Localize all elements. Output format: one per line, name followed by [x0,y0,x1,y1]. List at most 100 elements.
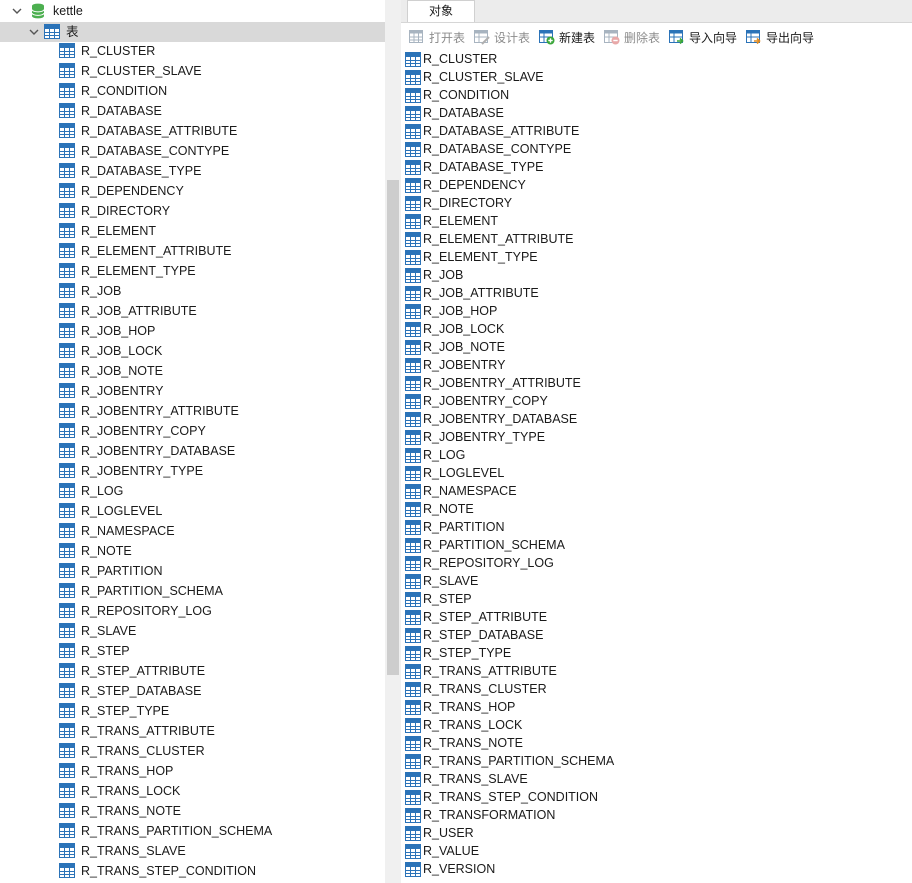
tree-item-table[interactable]: R_JOBENTRY_TYPE [0,461,385,481]
object-list-item[interactable]: R_DATABASE_TYPE [401,158,912,176]
object-list-item[interactable]: R_TRANS_PARTITION_SCHEMA [401,752,912,770]
tree-item-table[interactable]: R_ELEMENT [0,221,385,241]
object-list-item[interactable]: R_JOB_ATTRIBUTE [401,284,912,302]
tree-item-table[interactable]: R_DATABASE_TYPE [0,161,385,181]
object-list-item[interactable]: R_NOTE [401,500,912,518]
object-list-item[interactable]: R_VERSION [401,860,912,878]
object-list-item[interactable]: R_PARTITION [401,518,912,536]
import-wizard-label: 导入向导 [689,31,738,45]
object-list-item[interactable]: R_CLUSTER_SLAVE [401,68,912,86]
tree-node-tables-folder[interactable]: 表 [0,22,385,42]
table-icon [59,543,75,558]
object-name: R_JOBENTRY_ATTRIBUTE [423,376,581,390]
table-icon [59,463,75,478]
tree-item-table[interactable]: R_CONDITION [0,81,385,101]
tree-item-table[interactable]: R_STEP_DATABASE [0,681,385,701]
object-list-item[interactable]: R_STEP_ATTRIBUTE [401,608,912,626]
object-list-item[interactable]: R_VALUE [401,842,912,860]
tree-item-table[interactable]: R_DEPENDENCY [0,181,385,201]
tree-item-table[interactable]: R_REPOSITORY_LOG [0,601,385,621]
tree-item-table[interactable]: R_LOGLEVEL [0,501,385,521]
object-list-item[interactable]: R_TRANS_ATTRIBUTE [401,662,912,680]
tree-item-table[interactable]: R_TRANS_LOCK [0,781,385,801]
object-list-item[interactable]: R_DATABASE_CONTYPE [401,140,912,158]
object-list-item[interactable]: R_JOB_LOCK [401,320,912,338]
object-list-item[interactable]: R_LOG [401,446,912,464]
object-list-item[interactable]: R_STEP [401,590,912,608]
tree-item-table[interactable]: R_TRANS_HOP [0,761,385,781]
tree-item-table[interactable]: R_STEP_ATTRIBUTE [0,661,385,681]
tree-item-table[interactable]: R_DATABASE_ATTRIBUTE [0,121,385,141]
navigator-scrollbar[interactable] [385,0,401,883]
object-list-item[interactable]: R_CLUSTER [401,50,912,68]
tree-item-table[interactable]: R_PARTITION [0,561,385,581]
object-list-item[interactable]: R_TRANS_NOTE [401,734,912,752]
tree-item-table[interactable]: R_SLAVE [0,621,385,641]
tree-item-table[interactable]: R_JOBENTRY_COPY [0,421,385,441]
tree-item-table[interactable]: R_CLUSTER [0,41,385,61]
object-list-item[interactable]: R_DATABASE [401,104,912,122]
object-list-item[interactable]: R_PARTITION_SCHEMA [401,536,912,554]
object-list-item[interactable]: R_ELEMENT [401,212,912,230]
object-list-item[interactable]: R_JOBENTRY_ATTRIBUTE [401,374,912,392]
tree-item-table[interactable]: R_ELEMENT_ATTRIBUTE [0,241,385,261]
tree-item-table[interactable]: R_LOG [0,481,385,501]
object-list-item[interactable]: R_JOB_HOP [401,302,912,320]
object-list-item[interactable]: R_REPOSITORY_LOG [401,554,912,572]
tree-item-table[interactable]: R_TRANS_PARTITION_SCHEMA [0,821,385,841]
object-list-item[interactable]: R_TRANS_HOP [401,698,912,716]
tree-item-table[interactable]: R_TRANS_ATTRIBUTE [0,721,385,741]
tab-objects[interactable]: 对象 [407,0,475,22]
tree-item-table[interactable]: R_DATABASE_CONTYPE [0,141,385,161]
chevron-down-icon[interactable] [12,6,22,16]
object-list-item[interactable]: R_DEPENDENCY [401,176,912,194]
chevron-down-icon[interactable] [29,27,39,37]
tree-item-table[interactable]: R_JOB_LOCK [0,341,385,361]
object-list-item[interactable]: R_JOBENTRY_DATABASE [401,410,912,428]
object-list-item[interactable]: R_TRANS_CLUSTER [401,680,912,698]
tree-item-table[interactable]: R_TRANS_STEP_CONDITION [0,861,385,881]
object-list-item[interactable]: R_NAMESPACE [401,482,912,500]
object-list-item[interactable]: R_ELEMENT_ATTRIBUTE [401,230,912,248]
object-list-item[interactable]: R_JOB [401,266,912,284]
object-list-item[interactable]: R_JOBENTRY_COPY [401,392,912,410]
object-list-item[interactable]: R_JOBENTRY_TYPE [401,428,912,446]
object-list-item[interactable]: R_STEP_TYPE [401,644,912,662]
tree-item-table[interactable]: R_STEP [0,641,385,661]
object-list-item[interactable]: R_TRANS_SLAVE [401,770,912,788]
tree-item-table[interactable]: R_STEP_TYPE [0,701,385,721]
tree-item-table[interactable]: R_JOB_NOTE [0,361,385,381]
tree-item-table[interactable]: R_PARTITION_SCHEMA [0,581,385,601]
object-list-item[interactable]: R_DATABASE_ATTRIBUTE [401,122,912,140]
object-list-item[interactable]: R_TRANS_LOCK [401,716,912,734]
tree-item-table[interactable]: R_JOB_HOP [0,321,385,341]
tree-item-table[interactable]: R_JOBENTRY_DATABASE [0,441,385,461]
scrollbar-thumb[interactable] [387,180,399,675]
tree-item-table[interactable]: R_NOTE [0,541,385,561]
object-list-item[interactable]: R_CONDITION [401,86,912,104]
tree-item-table[interactable]: R_NAMESPACE [0,521,385,541]
tree-item-table[interactable]: R_TRANS_CLUSTER [0,741,385,761]
object-list-item[interactable]: R_ELEMENT_TYPE [401,248,912,266]
tree-item-table[interactable]: R_CLUSTER_SLAVE [0,61,385,81]
object-list-item[interactable]: R_TRANS_STEP_CONDITION [401,788,912,806]
object-list-item[interactable]: R_JOBENTRY [401,356,912,374]
tree-item-table[interactable]: R_JOBENTRY [0,381,385,401]
object-list-item[interactable]: R_DIRECTORY [401,194,912,212]
tree-item-table[interactable]: R_DATABASE [0,101,385,121]
table-icon [59,863,75,878]
object-list-item[interactable]: R_SLAVE [401,572,912,590]
tree-item-table[interactable]: R_JOB [0,281,385,301]
object-list-item[interactable]: R_JOB_NOTE [401,338,912,356]
object-list-item[interactable]: R_STEP_DATABASE [401,626,912,644]
table-icon [59,703,75,718]
tree-item-table[interactable]: R_ELEMENT_TYPE [0,261,385,281]
tree-item-table[interactable]: R_TRANS_SLAVE [0,841,385,861]
tree-item-table[interactable]: R_DIRECTORY [0,201,385,221]
tree-item-table[interactable]: R_JOBENTRY_ATTRIBUTE [0,401,385,421]
object-list-item[interactable]: R_LOGLEVEL [401,464,912,482]
tree-item-table[interactable]: R_TRANS_NOTE [0,801,385,821]
object-list-item[interactable]: R_TRANSFORMATION [401,806,912,824]
object-list-item[interactable]: R_USER [401,824,912,842]
tree-item-table[interactable]: R_JOB_ATTRIBUTE [0,301,385,321]
